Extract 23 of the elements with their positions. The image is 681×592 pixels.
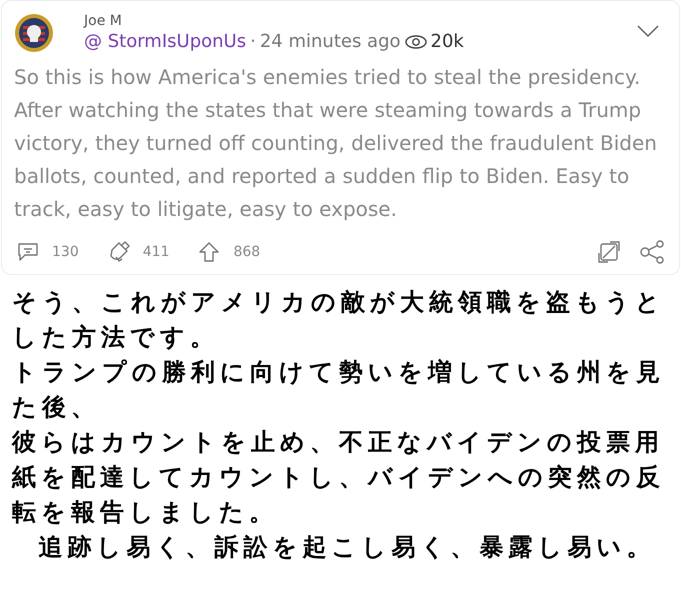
avatar-icon[interactable]	[14, 13, 54, 53]
translation-line: 追跡し易く、訴訟を起こし易く、暴露し易い。	[38, 532, 656, 563]
up-arrow-icon[interactable]	[197, 240, 222, 264]
comment-count: 130	[52, 244, 79, 260]
translation-line: 彼らはカウントを止め、不正なバイデンの投票用	[12, 427, 664, 458]
translation-line: トランプの勝利に向けて勢いを増している州を見	[12, 357, 665, 388]
view-count: 20k	[430, 31, 464, 52]
chevron-down-icon[interactable]	[637, 25, 659, 37]
repost-count: 411	[142, 244, 170, 260]
post-time: 24 minutes ago	[260, 31, 401, 52]
translation-line: 転を報告しました。	[12, 497, 278, 528]
share-icon[interactable]	[639, 240, 665, 264]
separator-dot: ·	[250, 31, 256, 52]
eye-icon	[404, 34, 427, 48]
translation-line: た後、	[12, 392, 100, 423]
user-handle[interactable]: @ StormIsUponUs	[84, 31, 246, 52]
post-text: So this is how America's enemies tried to steal the presidency. After watching the states that were steaming towards a Trump victory, they turned off counting, delivered the fraudulent Biden ballots, counted, and reported a sudden flip to Biden. Easy to track, easy to litigate, easy to expose.	[14, 64, 658, 223]
expand-icon[interactable]	[597, 240, 621, 264]
translation-line: した方法です。	[12, 322, 219, 353]
author-name[interactable]: Joe M	[84, 13, 637, 29]
translation-line: そう、これがアメリカの敵が大統領職を盗もうと	[12, 287, 665, 318]
upvote-count: 868	[233, 244, 260, 260]
translation-line: 紙を配達してカウントし、バイデンへの突然の反	[12, 462, 665, 493]
